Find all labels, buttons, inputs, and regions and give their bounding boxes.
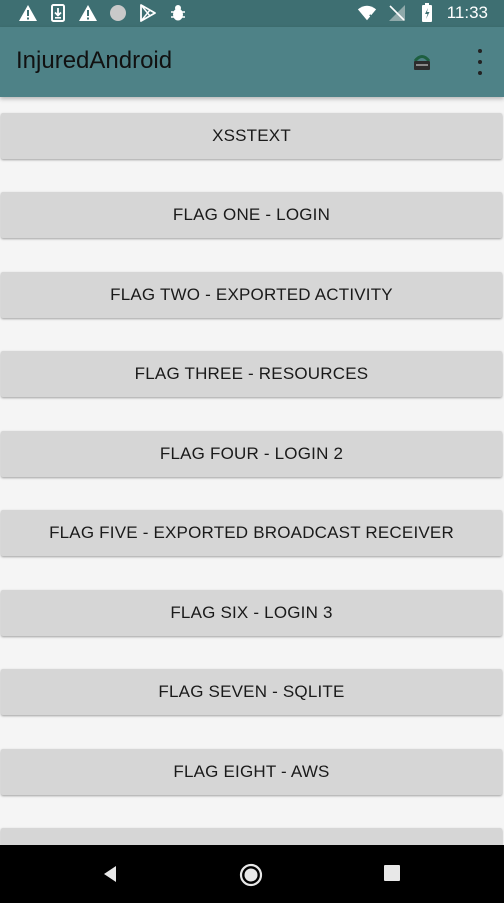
app-bar: InjuredAndroid bbox=[0, 27, 504, 97]
warning-icon bbox=[78, 3, 98, 23]
next-flag-button[interactable] bbox=[1, 828, 502, 845]
home-icon[interactable] bbox=[239, 863, 263, 887]
status-time: 11:33 bbox=[446, 3, 488, 22]
download-icon bbox=[48, 3, 68, 23]
circle-icon bbox=[108, 3, 128, 23]
flag-five-exported-broadcast-receiver-button[interactable]: FLAG FIVE - EXPORTED BROADCAST RECEIVER bbox=[1, 510, 502, 556]
recents-icon[interactable] bbox=[384, 865, 400, 881]
navigation-bar bbox=[0, 845, 504, 903]
no-sim-icon bbox=[387, 3, 407, 23]
back-icon[interactable] bbox=[100, 863, 120, 885]
vpn-key-icon[interactable] bbox=[411, 51, 433, 73]
play-store-icon bbox=[138, 3, 158, 23]
bug-icon bbox=[168, 3, 188, 23]
flag-one-login-button[interactable]: FLAG ONE - LOGIN bbox=[1, 192, 502, 238]
flag-four-login-2-button[interactable]: FLAG FOUR - LOGIN 2 bbox=[1, 431, 502, 477]
overflow-menu-icon[interactable] bbox=[472, 49, 488, 75]
status-bar: 11:33 bbox=[0, 0, 504, 27]
xsstext-button[interactable]: XSSTEXT bbox=[1, 113, 502, 159]
app-title: InjuredAndroid bbox=[16, 47, 173, 74]
flag-three-resources-button[interactable]: FLAG THREE - RESOURCES bbox=[1, 351, 502, 397]
warning-icon bbox=[18, 3, 38, 23]
flag-eight-aws-button[interactable]: FLAG EIGHT - AWS bbox=[1, 749, 502, 795]
flag-list: XSSTEXT FLAG ONE - LOGIN FLAG TWO - EXPO… bbox=[0, 97, 504, 845]
battery-charging-icon bbox=[417, 3, 437, 23]
flag-two-exported-activity-button[interactable]: FLAG TWO - EXPORTED ACTIVITY bbox=[1, 272, 502, 318]
wifi-icon bbox=[357, 3, 377, 23]
flag-seven-sqlite-button[interactable]: FLAG SEVEN - SQLITE bbox=[1, 669, 502, 715]
flag-six-login-3-button[interactable]: FLAG SIX - LOGIN 3 bbox=[1, 590, 502, 636]
